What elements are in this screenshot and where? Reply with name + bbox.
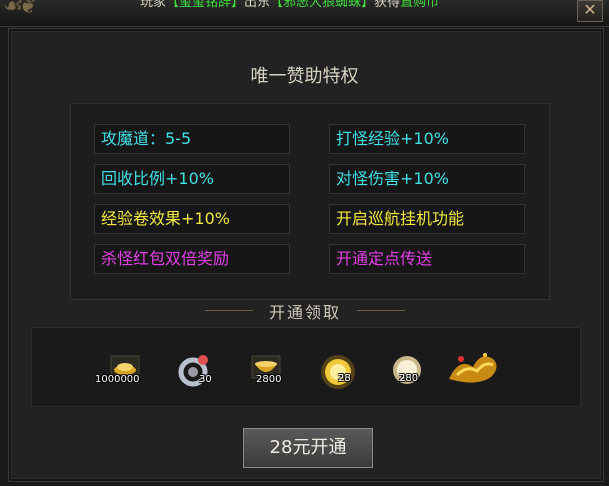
privilege-cell: 打怪经验+10%: [329, 124, 525, 154]
broadcast-segment: 获得: [374, 0, 401, 10]
silver-coin-icon: [393, 356, 421, 384]
privilege-cell: 经验卷效果+10%: [94, 204, 290, 234]
close-icon: ✕: [583, 0, 597, 19]
reward-item[interactable]: [447, 347, 503, 387]
broadcast-segment: 出东: [244, 0, 271, 10]
reward-qty: 28: [338, 373, 351, 384]
reward-heading: 开通领取: [268, 303, 341, 322]
reward-item[interactable]: 30: [175, 350, 215, 390]
broadcast-segment: 直购币: [400, 0, 440, 10]
reward-item[interactable]: 28: [318, 352, 358, 392]
reward-qty: 30: [199, 374, 212, 385]
privilege-cell: 开通定点传送: [329, 244, 525, 274]
broadcast-segment: 玩家: [140, 0, 167, 10]
gold-dragon-icon: [449, 353, 497, 383]
divider-line: [357, 310, 405, 311]
privilege-cell: 对怪伤害+10%: [329, 164, 525, 194]
dragon-ornament-icon: ☙❦: [3, 0, 37, 19]
reward-item[interactable]: 1000000: [95, 350, 145, 390]
broadcast-segment: 【邪恶大狼蜘蛛】: [270, 0, 375, 10]
reward-item[interactable]: 280: [387, 352, 427, 392]
reward-qty: 280: [399, 373, 419, 384]
reward-qty: 1000000: [95, 374, 140, 385]
broadcast-message: 玩家【玺玺铭辞】出东【邪恶大狼蜘蛛】获得直购币: [140, 0, 439, 10]
close-button[interactable]: ✕: [577, 0, 603, 22]
privilege-cell: 回收比例+10%: [94, 164, 290, 194]
privilege-cell: 攻魔道：5-5: [94, 124, 290, 154]
broadcast-banner: ☙❦ 玩家【玺玺铭辞】出东【邪恶大狼蜘蛛】获得直购币: [0, 0, 609, 27]
broadcast-segment: 【玺玺铭辞】: [166, 0, 245, 10]
reward-divider: 开通领取: [205, 299, 405, 322]
privilege-cell: 开启巡航挂机功能: [329, 204, 525, 234]
activate-button[interactable]: 28元开通: [243, 428, 373, 468]
gold-coin-icon: [321, 355, 355, 389]
reward-qty: 2800: [256, 374, 282, 385]
reward-item[interactable]: 2800: [246, 350, 286, 390]
privilege-cell: 杀怪红包双倍奖励: [94, 244, 290, 274]
dialog-title: 唯一赞助特权: [250, 66, 359, 87]
